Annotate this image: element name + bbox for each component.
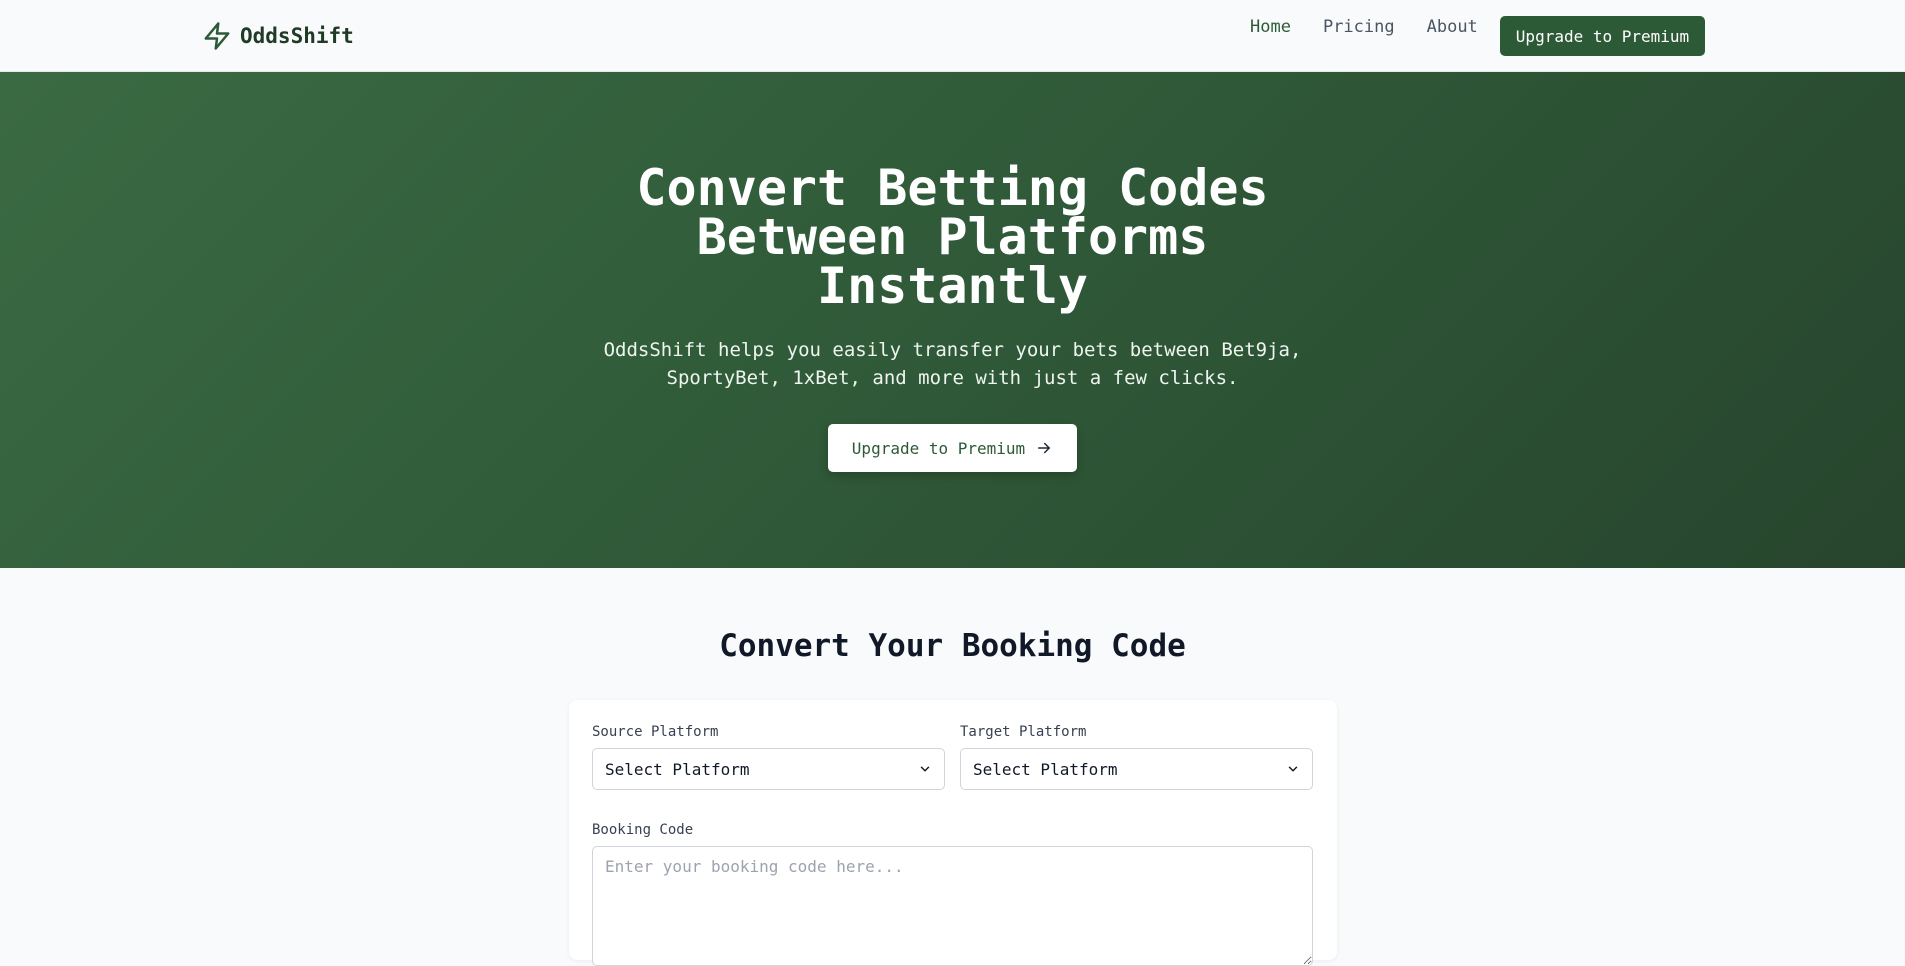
target-platform-select[interactable]: Select Platform bbox=[960, 748, 1313, 790]
source-platform-label: Source Platform bbox=[592, 724, 719, 740]
source-platform-select[interactable]: Select Platform bbox=[592, 748, 945, 790]
target-platform-value: Select Platform bbox=[973, 759, 1118, 779]
hero-section: Convert Betting Codes Between Platforms … bbox=[0, 72, 1905, 568]
brand-logo[interactable]: OddsShift bbox=[202, 20, 354, 52]
nav-upgrade-button[interactable]: Upgrade to Premium bbox=[1500, 16, 1705, 56]
top-nav: OddsShift Home Pricing About Upgrade to … bbox=[0, 0, 1905, 72]
nav-link-about[interactable]: About bbox=[1427, 17, 1478, 37]
arrow-right-icon bbox=[1038, 442, 1051, 454]
chevron-down-icon bbox=[920, 766, 930, 772]
target-platform-label: Target Platform bbox=[960, 724, 1087, 740]
nav-link-home[interactable]: Home bbox=[1250, 17, 1291, 37]
converter-card: Source Platform Select Platform Target P… bbox=[569, 700, 1337, 966]
booking-code-input[interactable] bbox=[592, 846, 1313, 966]
chevron-down-icon bbox=[1288, 766, 1298, 772]
converter-title: Convert Your Booking Code bbox=[719, 628, 1186, 664]
brand-name: OddsShift bbox=[240, 24, 354, 48]
lightning-bolt-icon bbox=[204, 22, 230, 50]
nav-links: Home Pricing About bbox=[1250, 17, 1478, 37]
hero-subtitle: OddsShift helps you easily transfer your… bbox=[603, 339, 1302, 389]
hero-title: Convert Betting Codes Between Platforms … bbox=[636, 159, 1269, 315]
booking-code-label: Booking Code bbox=[592, 822, 694, 838]
source-platform-value: Select Platform bbox=[605, 759, 750, 779]
hero-upgrade-button[interactable]: Upgrade to Premium bbox=[828, 424, 1077, 472]
nav-link-pricing[interactable]: Pricing bbox=[1323, 17, 1395, 37]
hero-upgrade-label: Upgrade to Premium bbox=[851, 438, 1026, 458]
